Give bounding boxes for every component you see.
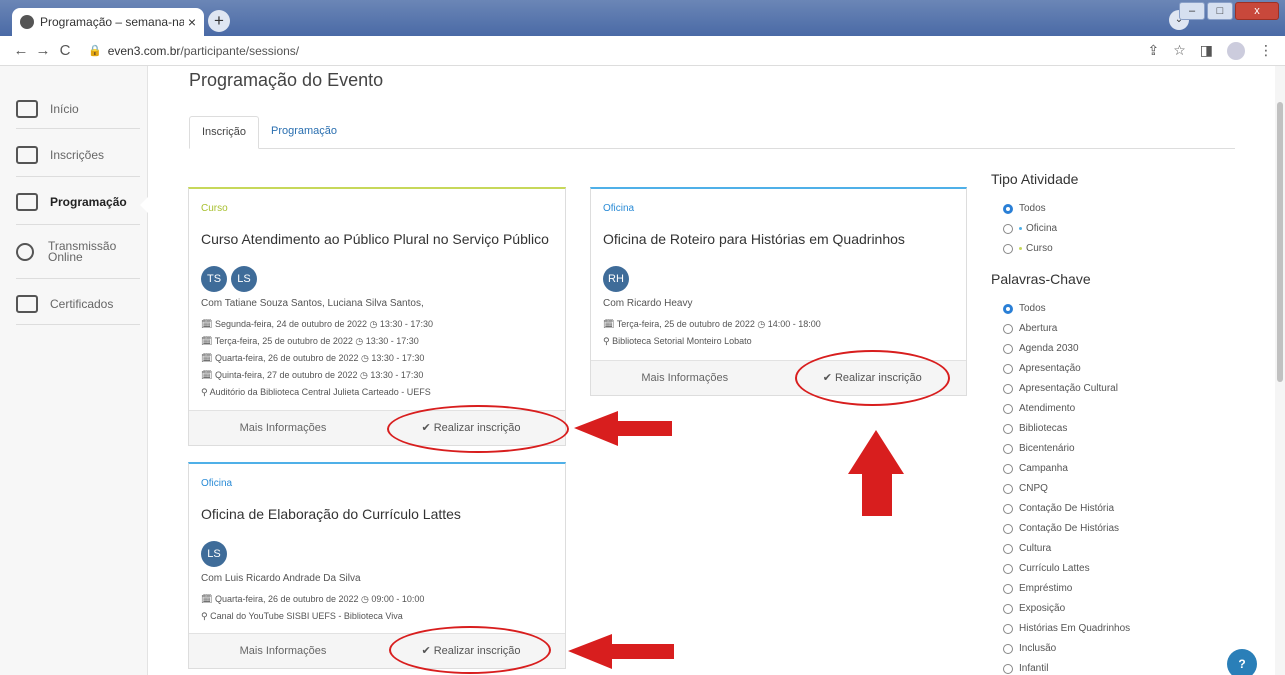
filter-option-label: Apresentação Cultural	[1019, 383, 1118, 394]
filter-option[interactable]: Currículo Lattes	[1003, 563, 1090, 574]
radio-button[interactable]	[1003, 463, 1013, 474]
radio-button[interactable]	[1003, 303, 1013, 314]
radio-button[interactable]	[1003, 503, 1013, 514]
filter-option[interactable]: Histórias Em Quadrinhos	[1003, 623, 1130, 634]
radio-button[interactable]	[1003, 383, 1013, 394]
filter-option-label: Todos	[1019, 303, 1046, 314]
filter-option[interactable]: Cultura	[1003, 543, 1051, 554]
filter-option[interactable]: Infantil	[1003, 663, 1048, 674]
radio-button[interactable]	[1003, 623, 1013, 634]
filter-option-label: Bicentenário	[1019, 443, 1075, 454]
filter-option-label: Inclusão	[1019, 643, 1057, 654]
page-scrollbar[interactable]	[1275, 66, 1285, 675]
filter-option[interactable]: Campanha	[1003, 463, 1068, 474]
radio-button[interactable]	[1003, 243, 1013, 254]
help-chat-icon[interactable]: ?	[1227, 649, 1257, 675]
filter-option-label: Oficina	[1026, 223, 1058, 234]
filter-option[interactable]: Bicentenário	[1003, 443, 1075, 454]
filter-option-label: Exposição	[1019, 603, 1066, 614]
filter-option[interactable]: Abertura	[1003, 323, 1057, 334]
filter-option-label: Abertura	[1019, 323, 1058, 334]
filter-option-label: Infantil	[1019, 663, 1049, 674]
annotation-arrows	[568, 411, 904, 669]
radio-button[interactable]	[1003, 343, 1013, 354]
filter-option[interactable]: Apresentação	[1003, 363, 1081, 374]
filter-option-label: Agenda 2030	[1019, 343, 1079, 354]
radio-button[interactable]	[1003, 543, 1013, 554]
filter-option-label: Todos	[1019, 203, 1046, 214]
filter-option-label: Curso	[1026, 243, 1053, 254]
filter-option[interactable]: Atendimento	[1003, 403, 1075, 414]
filter-option[interactable]: Contação De História	[1003, 503, 1114, 514]
filter-option[interactable]: Exposição	[1003, 603, 1065, 614]
filter-option[interactable]: Empréstimo	[1003, 583, 1072, 594]
filter-title-tipo: Tipo Atividade	[991, 171, 1079, 187]
scrollbar-thumb[interactable]	[1277, 102, 1283, 382]
filter-option-label: Histórias Em Quadrinhos	[1019, 623, 1131, 634]
radio-button[interactable]	[1003, 563, 1013, 574]
radio-button[interactable]	[1003, 203, 1013, 214]
radio-button[interactable]	[1003, 363, 1013, 374]
filter-title-palavras: Palavras-Chave	[991, 271, 1091, 287]
filter-option-label: Campanha	[1019, 463, 1068, 474]
filter-option[interactable]: Todos	[1003, 303, 1046, 314]
filter-option[interactable]: Oficina	[1003, 223, 1057, 234]
left-arrow	[568, 634, 674, 669]
filter-option[interactable]: Apresentação Cultural	[1003, 383, 1118, 394]
filter-option[interactable]: Curso	[1003, 243, 1053, 254]
filter-option-label: CNPQ	[1019, 483, 1048, 494]
left-arrow	[574, 411, 672, 446]
radio-button[interactable]	[1003, 643, 1013, 654]
filter-option[interactable]: Inclusão	[1003, 643, 1056, 654]
radio-button[interactable]	[1003, 523, 1013, 534]
color-dot-icon	[1019, 227, 1022, 230]
radio-button[interactable]	[1003, 663, 1013, 674]
filter-option-label: Currículo Lattes	[1019, 563, 1090, 574]
filter-option[interactable]: Bibliotecas	[1003, 423, 1067, 434]
radio-button[interactable]	[1003, 223, 1013, 234]
filter-option[interactable]: CNPQ	[1003, 483, 1048, 494]
filter-option[interactable]: Todos	[1003, 203, 1046, 214]
filter-option-label: Apresentação	[1019, 363, 1081, 374]
radio-button[interactable]	[1003, 583, 1013, 594]
filter-option-label: Bibliotecas	[1019, 423, 1068, 434]
filter-option[interactable]: Agenda 2030	[1003, 343, 1079, 354]
radio-button[interactable]	[1003, 323, 1013, 334]
color-dot-icon	[1019, 247, 1022, 250]
filter-option-label: Contação De História	[1019, 503, 1115, 514]
radio-button[interactable]	[1003, 443, 1013, 454]
filter-option-label: Cultura	[1019, 543, 1052, 554]
radio-button[interactable]	[1003, 403, 1013, 414]
up-arrow	[848, 430, 904, 516]
radio-button[interactable]	[1003, 423, 1013, 434]
filter-option-label: Atendimento	[1019, 403, 1076, 414]
filter-option-label: Contação De Histórias	[1019, 523, 1120, 534]
filter-option-label: Empréstimo	[1019, 583, 1073, 594]
radio-button[interactable]	[1003, 603, 1013, 614]
radio-button[interactable]	[1003, 483, 1013, 494]
filter-option[interactable]: Contação De Histórias	[1003, 523, 1119, 534]
